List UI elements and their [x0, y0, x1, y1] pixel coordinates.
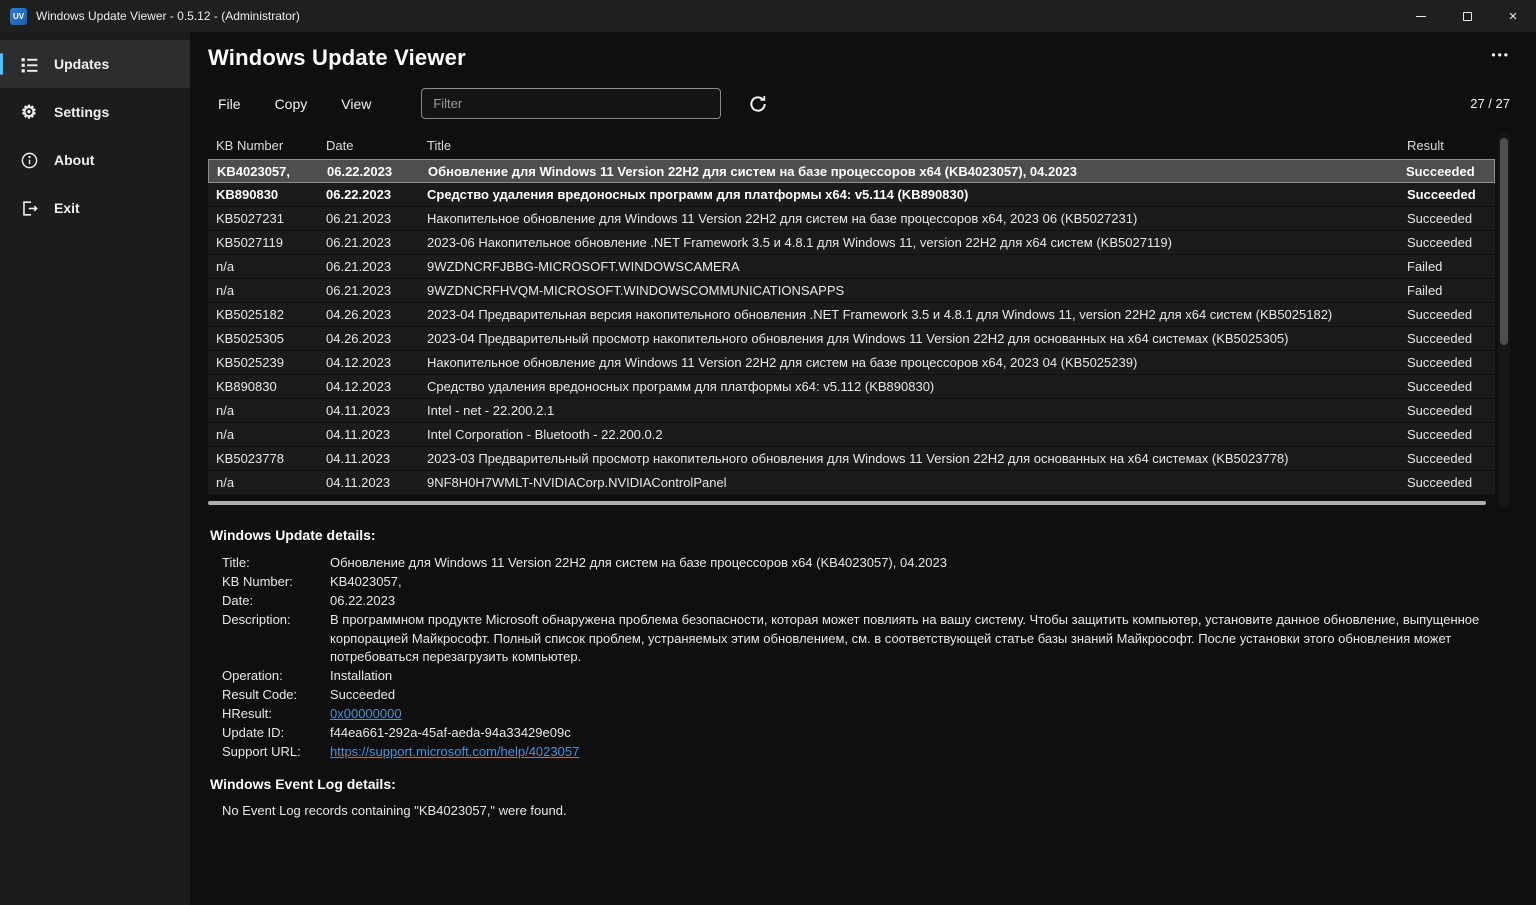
table-row[interactable]: KB502530504.26.20232023-04 Предварительн… — [208, 327, 1495, 351]
table-row[interactable]: KB502723106.21.2023Накопительное обновле… — [208, 207, 1495, 231]
sidebar-item-label: Updates — [54, 56, 109, 72]
horizontal-scrollbar-thumb[interactable] — [208, 501, 1486, 505]
table-row[interactable]: n/a06.21.20239WZDNCRFJBBG-MICROSOFT.WIND… — [208, 255, 1495, 279]
app-icon: UV — [10, 8, 27, 25]
minimize-button[interactable] — [1398, 0, 1444, 32]
sidebar-item-settings[interactable]: ⚙ Settings — [0, 88, 190, 136]
result-cell: Succeeded — [1399, 187, 1495, 202]
maximize-button[interactable] — [1444, 0, 1490, 32]
column-header-result[interactable]: Result — [1399, 138, 1495, 153]
table-row[interactable]: KB502711906.21.20232023-06 Накопительное… — [208, 231, 1495, 255]
sidebar-item-label: Settings — [54, 104, 109, 120]
detail-label: Support URL: — [210, 743, 330, 762]
sidebar-item-exit[interactable]: Exit — [0, 184, 190, 232]
table-row[interactable]: n/a04.11.2023Intel Corporation - Bluetoo… — [208, 423, 1495, 447]
updates-list-icon — [19, 54, 39, 74]
support-url-link[interactable]: https://support.microsoft.com/help/40230… — [330, 743, 1510, 762]
hresult-link[interactable]: 0x00000000 — [330, 705, 1510, 724]
result-cell: Succeeded — [1399, 475, 1495, 490]
result-cell: Succeeded — [1399, 403, 1495, 418]
close-button[interactable]: × — [1490, 0, 1536, 32]
table-row[interactable]: KB502523904.12.2023Накопительное обновле… — [208, 351, 1495, 375]
info-icon — [19, 150, 39, 170]
detail-operation-value: Installation — [330, 667, 1510, 686]
detail-result-code-value: Succeeded — [330, 686, 1510, 705]
horizontal-scrollbar[interactable] — [208, 498, 1495, 508]
result-cell: Succeeded — [1399, 451, 1495, 466]
detail-label: Date: — [210, 592, 330, 611]
table-row[interactable]: KB502518204.26.20232023-04 Предварительн… — [208, 303, 1495, 327]
detail-label: Operation: — [210, 667, 330, 686]
result-cell: Failed — [1399, 259, 1495, 274]
sidebar: Updates ⚙ Settings About Exit — [0, 32, 190, 905]
exit-icon — [19, 198, 39, 218]
detail-update-id-value: f44ea661-292a-45af-aeda-94a33429e09c — [330, 724, 1510, 743]
event-log-section: Windows Event Log details: No Event Log … — [208, 776, 1510, 818]
column-header-title[interactable]: Title — [419, 138, 1399, 153]
detail-label: Result Code: — [210, 686, 330, 705]
result-cell: Succeeded — [1399, 379, 1495, 394]
table-row[interactable]: KB89083004.12.2023Средство удаления вред… — [208, 375, 1495, 399]
sidebar-item-updates[interactable]: Updates — [0, 40, 190, 88]
result-cell: Succeeded — [1398, 164, 1494, 179]
event-log-message: No Event Log records containing "KB40230… — [210, 803, 1510, 818]
refresh-icon — [748, 94, 768, 114]
sidebar-item-label: Exit — [54, 200, 80, 216]
vertical-scrollbar[interactable] — [1498, 132, 1510, 508]
titlebar: UV Windows Update Viewer - 0.5.12 - (Adm… — [0, 0, 1536, 32]
page-title: Windows Update Viewer — [208, 45, 1510, 71]
sidebar-item-about[interactable]: About — [0, 136, 190, 184]
update-details-section: Windows Update details: Title:Обновление… — [208, 527, 1510, 762]
maximize-icon — [1463, 12, 1472, 21]
vertical-scrollbar-thumb[interactable] — [1500, 138, 1508, 345]
table-row[interactable]: n/a06.21.20239WZDNCRFHVQM-MICROSOFT.WIND… — [208, 279, 1495, 303]
close-icon: × — [1509, 9, 1518, 24]
window-title: Windows Update Viewer - 0.5.12 - (Admini… — [36, 9, 300, 23]
detail-date-value: 06.22.2023 — [330, 592, 1510, 611]
result-cell: Succeeded — [1399, 307, 1495, 322]
minimize-icon — [1416, 16, 1426, 17]
result-cell: Succeeded — [1399, 355, 1495, 370]
result-cell: Succeeded — [1399, 427, 1495, 442]
menu-file[interactable]: File — [218, 96, 241, 112]
menu-view[interactable]: View — [341, 96, 371, 112]
table-row[interactable]: n/a04.11.2023Intel - net - 22.200.2.1Suc… — [208, 399, 1495, 423]
result-cell: Failed — [1399, 283, 1495, 298]
refresh-button[interactable] — [745, 91, 771, 117]
detail-label: HResult: — [210, 705, 330, 724]
active-accent-bar — [0, 53, 3, 75]
result-cell: Succeeded — [1399, 211, 1495, 226]
detail-label: Update ID: — [210, 724, 330, 743]
event-log-heading: Windows Event Log details: — [210, 776, 1510, 792]
update-details-heading: Windows Update details: — [210, 527, 1510, 543]
detail-label: Title: — [210, 554, 330, 573]
updates-table: KB Number Date Title Result KB4023057,06… — [208, 132, 1510, 508]
menu-copy[interactable]: Copy — [275, 96, 308, 112]
update-count: 27 / 27 — [1470, 96, 1510, 111]
result-cell: Succeeded — [1399, 331, 1495, 346]
table-row[interactable]: KB4023057,06.22.2023Обновление для Windo… — [208, 159, 1495, 183]
main-content: Windows Update Viewer ••• File Copy View… — [190, 32, 1536, 905]
column-header-kb[interactable]: KB Number — [208, 138, 318, 153]
detail-title-value: Обновление для Windows 11 Version 22H2 д… — [330, 554, 1510, 573]
sidebar-item-label: About — [54, 152, 94, 168]
toolbar: File Copy View 27 / 27 — [208, 88, 1510, 119]
filter-input[interactable] — [421, 88, 721, 119]
table-row[interactable]: KB502377804.11.20232023-03 Предварительн… — [208, 447, 1495, 471]
detail-label: KB Number: — [210, 573, 330, 592]
detail-description-value: В программном продукте Microsoft обнаруж… — [330, 611, 1510, 667]
gear-icon: ⚙ — [19, 102, 39, 122]
table-row[interactable]: KB89083006.22.2023Средство удаления вред… — [208, 183, 1495, 207]
more-options-button[interactable]: ••• — [1491, 48, 1510, 62]
result-cell: Succeeded — [1399, 235, 1495, 250]
table-header-row: KB Number Date Title Result — [208, 132, 1495, 159]
column-header-date[interactable]: Date — [318, 138, 419, 153]
detail-label: Description: — [210, 611, 330, 667]
detail-kb-value: KB4023057, — [330, 573, 1510, 592]
table-row[interactable]: n/a04.11.20239NF8H0H7WMLT-NVIDIACorp.NVI… — [208, 471, 1495, 495]
